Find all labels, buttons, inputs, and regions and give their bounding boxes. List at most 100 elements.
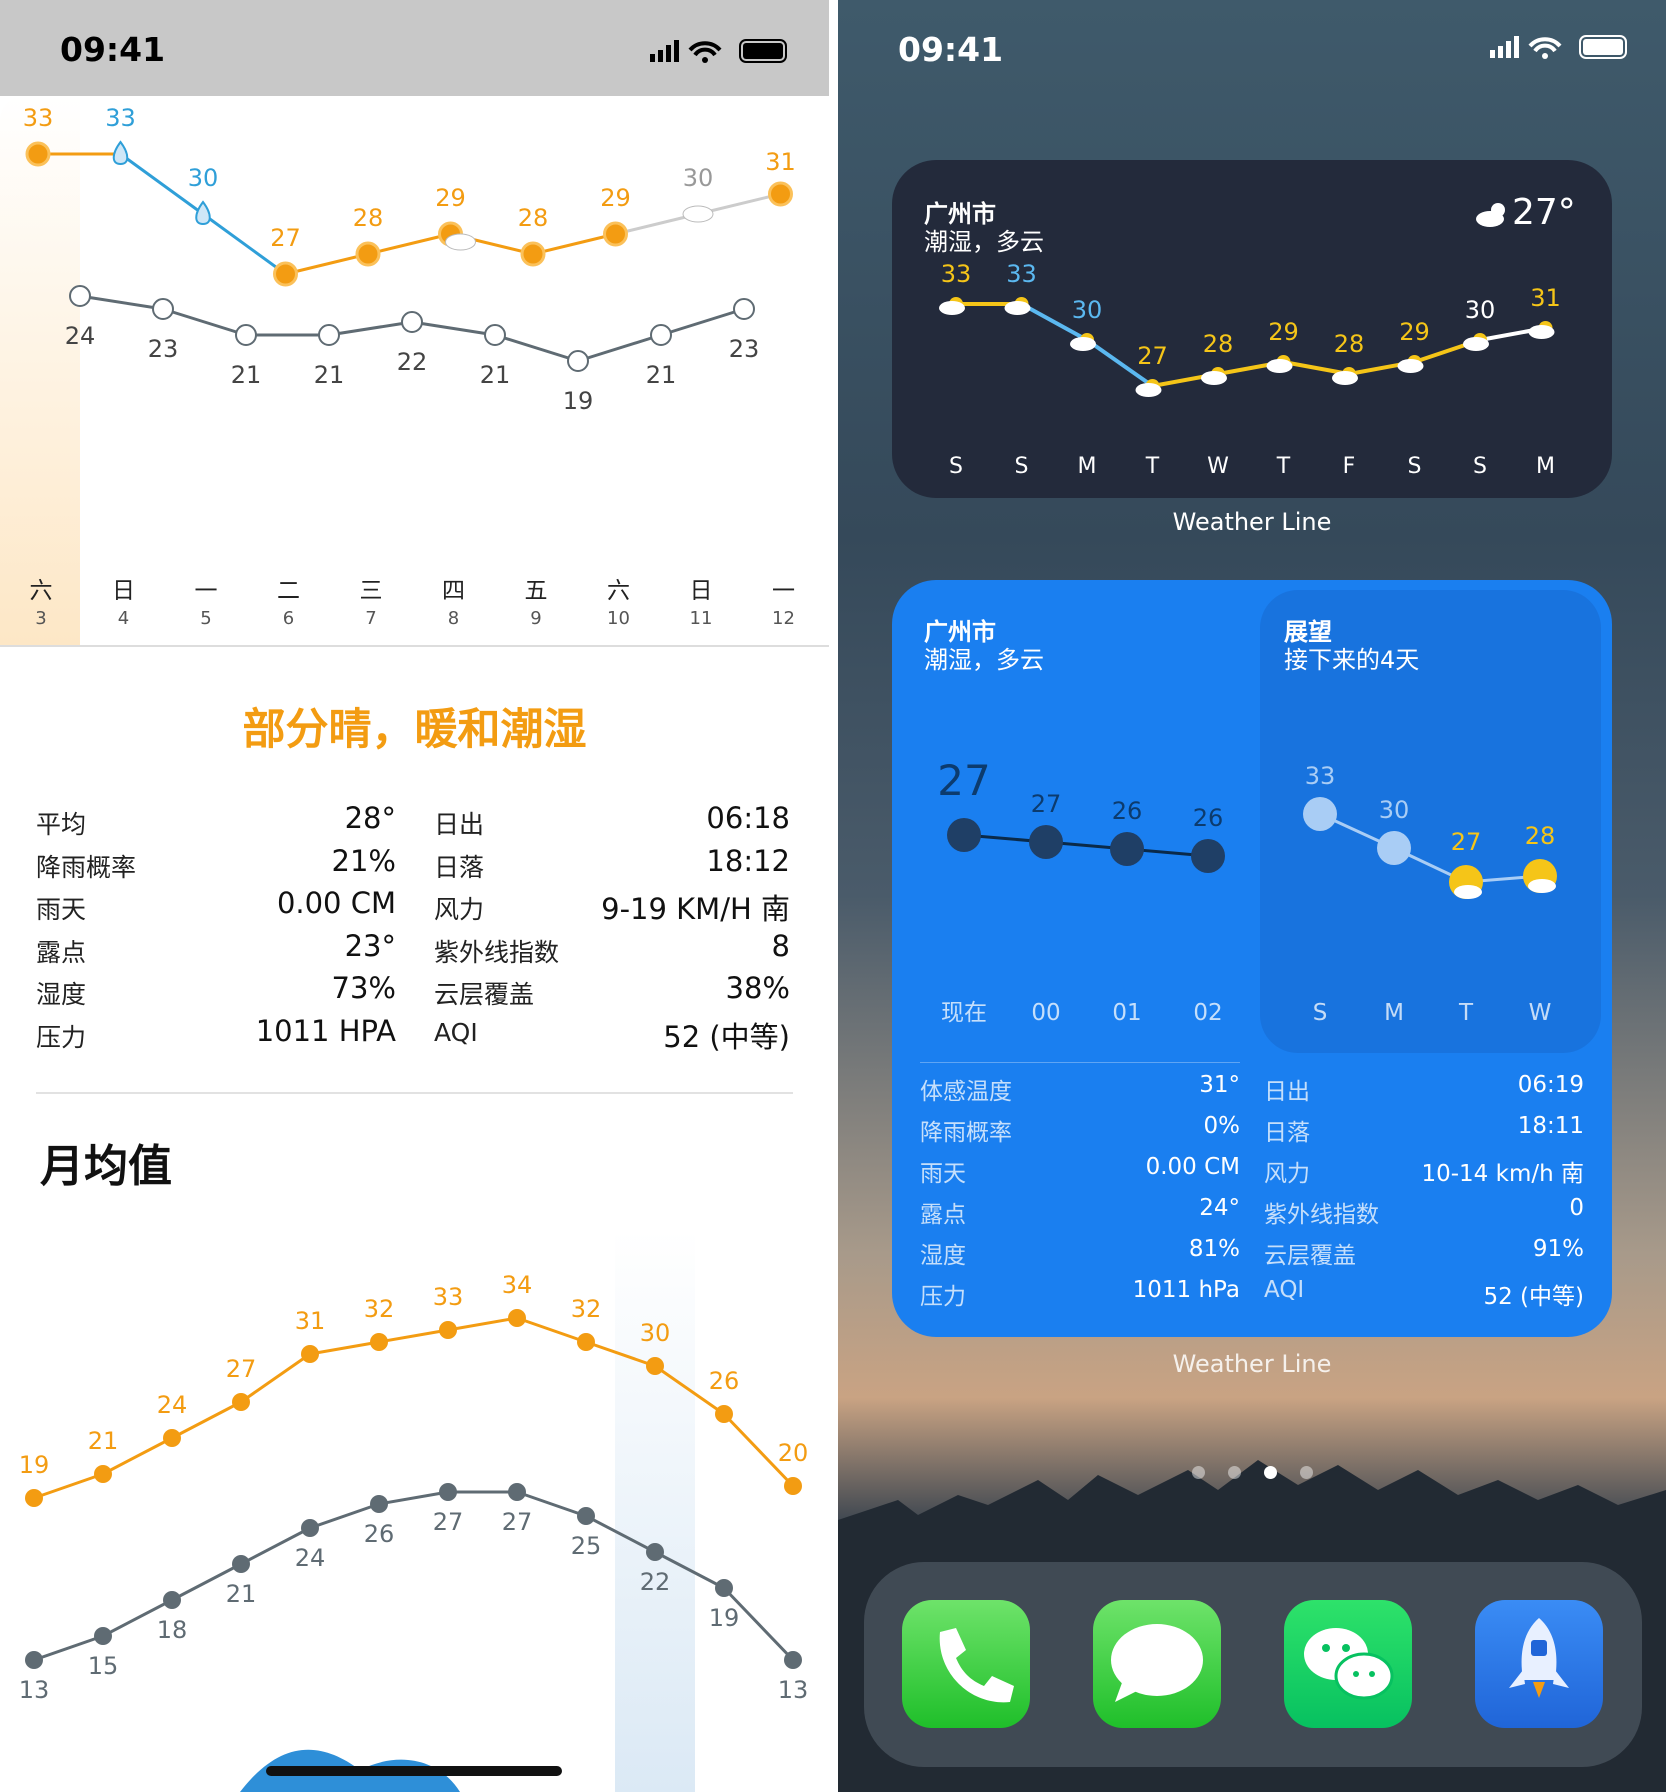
week-chart: 33 S 33 S 30 M 27 T 28 W 29 T 28 F 29 S 30 S 31 M — [939, 260, 1561, 479]
stat-value: 73% — [331, 971, 396, 1005]
divider — [829, 0, 838, 1792]
temp-label: 30 — [1379, 796, 1410, 824]
high-point — [508, 1309, 526, 1327]
high-temp-label: 34 — [502, 1271, 533, 1299]
stat-label: 湿度 — [36, 980, 87, 1009]
low-point — [370, 1495, 388, 1513]
hour-label: 00 — [1031, 1000, 1060, 1026]
page-dot[interactable] — [1228, 1466, 1241, 1479]
low-line-segment — [378, 1490, 449, 1506]
divider — [0, 645, 829, 647]
temp-label: 29 — [1399, 318, 1430, 346]
stat-value: 06:18 — [706, 801, 790, 835]
messages-app-icon[interactable] — [1093, 1600, 1221, 1728]
sun-icon — [25, 141, 51, 167]
stat-label: 云层覆盖 — [1264, 1243, 1356, 1269]
high-point — [439, 1321, 457, 1339]
forecast-card: 33 33 30 27 28 29 28 29 30 31 24 23 21 21 22 21 19 21 23 六… — [0, 96, 829, 646]
low-point — [25, 1651, 43, 1669]
moon-icon — [733, 298, 755, 320]
low-temp-label: 13 — [19, 1676, 50, 1704]
low-temp-label: 21 — [226, 1580, 257, 1608]
weekday-label: 五 — [524, 578, 548, 604]
home-indicator[interactable] — [266, 1766, 562, 1776]
stat-value: 18:11 — [1517, 1113, 1584, 1139]
cloud-icon — [1004, 301, 1031, 315]
low-point — [715, 1579, 733, 1597]
temp-label: 28 — [1334, 330, 1365, 358]
stat-label: 紫外线指数 — [1264, 1202, 1379, 1228]
sad-cloud-icon — [1303, 797, 1337, 831]
date-label: 8 — [447, 608, 460, 629]
hourly-chart: 27 现在 27 00 26 01 26 02 — [937, 756, 1225, 1026]
stat-label: 体感温度 — [920, 1079, 1012, 1105]
low-point — [577, 1507, 595, 1525]
cloud-icon — [939, 301, 965, 315]
stat-value: 8 — [771, 928, 790, 963]
stat-label: 压力 — [920, 1284, 966, 1310]
day-label: S — [949, 454, 963, 479]
high-point — [784, 1477, 802, 1495]
stat-value: 23° — [344, 928, 396, 963]
stat-label: 日出 — [434, 810, 485, 839]
high-temp-label: 33 — [105, 104, 136, 132]
stat-label: 云层覆盖 — [434, 980, 535, 1009]
stat-label: 日落 — [1264, 1120, 1310, 1146]
cloud-icon — [1135, 383, 1162, 397]
rocket-app-icon[interactable] — [1475, 1600, 1603, 1728]
stat-label: 风力 — [434, 895, 485, 924]
low-line-segment — [660, 307, 745, 337]
stat-value: 21% — [331, 843, 396, 878]
low-point — [646, 1543, 664, 1561]
page-dot-active[interactable] — [1264, 1466, 1277, 1479]
cloud-icon — [1332, 371, 1358, 385]
temp-label: 29 — [1268, 318, 1299, 346]
stat-label: 风力 — [1264, 1161, 1310, 1187]
stat-value: 10-14 km/h 南 — [1421, 1161, 1584, 1187]
high-temp-label: 31 — [295, 1307, 326, 1335]
low-temp-label: 13 — [778, 1676, 809, 1704]
day-label: S — [1473, 454, 1487, 479]
page-dot[interactable] — [1300, 1466, 1313, 1479]
day-label: W — [1529, 1000, 1552, 1026]
low-temp-label: 21 — [480, 361, 511, 389]
stat-value: 52 (中等) — [1483, 1284, 1584, 1310]
raindrop-icon — [112, 140, 129, 166]
day-label: M — [1536, 454, 1555, 479]
weather-line-widget-small[interactable]: 广州市 潮湿，多云 27° 33 S 33 S 30 M 27 T 28 W 29 T 28 F 29 S 30… — [892, 160, 1612, 498]
day-label: M — [1384, 1000, 1404, 1026]
phone-app-icon[interactable] — [902, 1600, 1030, 1728]
stat-label: 日落 — [434, 852, 485, 882]
low-temp-label: 18 — [157, 1616, 188, 1644]
page-dot[interactable] — [1192, 1466, 1205, 1479]
stat-label: 日出 — [1264, 1079, 1310, 1105]
stat-value: 06:19 — [1517, 1072, 1584, 1098]
low-temp-label: 23 — [729, 335, 760, 363]
stat-value: 1011 HPA — [255, 1013, 396, 1048]
high-point — [94, 1465, 112, 1483]
stat-value: 81% — [1188, 1236, 1240, 1262]
high-temp-label: 30 — [188, 164, 219, 192]
high-temp-label: 29 — [600, 184, 631, 212]
day-label: W — [1207, 454, 1229, 479]
weekday-label: 二 — [277, 578, 300, 604]
moon-icon — [650, 324, 672, 346]
date-label: 9 — [530, 608, 542, 629]
temp-label: 33 — [941, 260, 972, 288]
moon-icon — [567, 350, 589, 372]
divider — [36, 1092, 793, 1094]
low-line-segment — [494, 333, 579, 363]
high-point — [163, 1429, 181, 1447]
high-temp-label: 20 — [778, 1439, 809, 1467]
stat-value: 28° — [344, 801, 396, 835]
wechat-app-icon[interactable] — [1284, 1600, 1412, 1728]
stat-label: 降雨概率 — [920, 1120, 1012, 1146]
high-temp-label: 24 — [157, 1391, 188, 1419]
weekday-label: 日 — [689, 578, 713, 604]
high-line-segment — [532, 232, 616, 256]
cloud-icon — [682, 205, 714, 223]
stat-label: 湿度 — [920, 1243, 966, 1269]
low-line-segment — [577, 333, 662, 363]
low-point — [439, 1483, 457, 1501]
monthly-chart: 19 21 24 27 31 32 33 34 32 30 26 20 13 15 18 21 24 26 27 27… — [19, 1271, 809, 1704]
